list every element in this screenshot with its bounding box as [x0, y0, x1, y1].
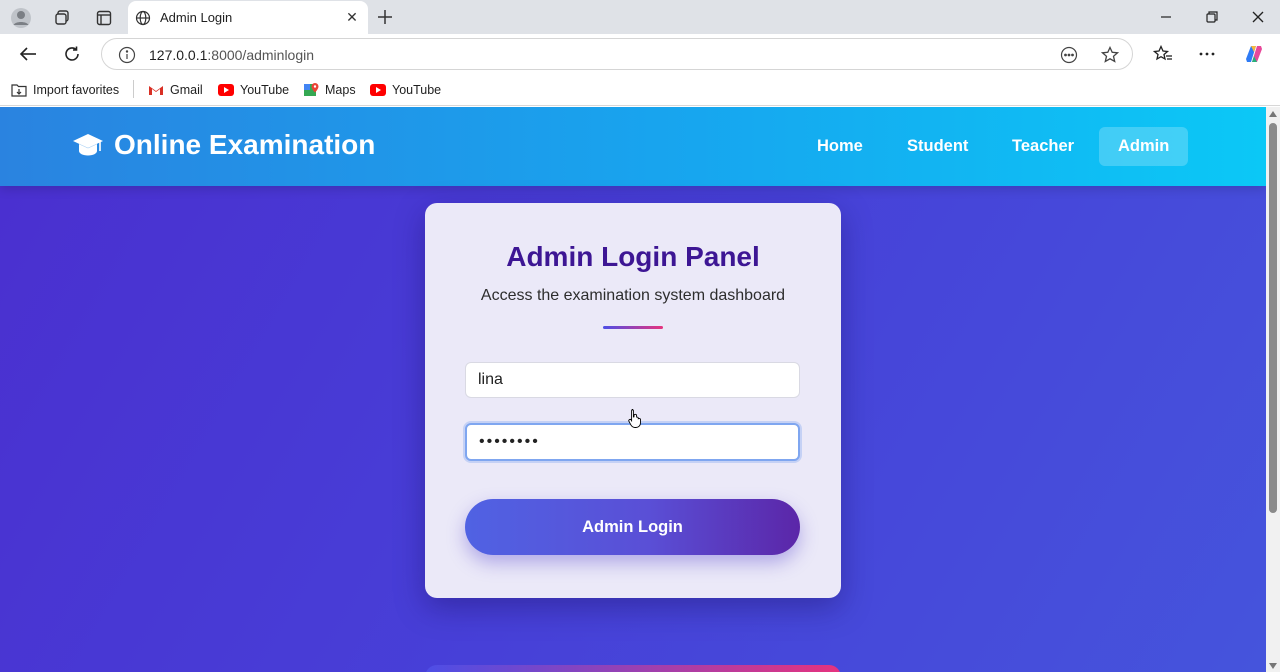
nav-admin[interactable]: Admin	[1099, 127, 1189, 166]
copilot-icon[interactable]	[1241, 42, 1267, 66]
close-tab-icon[interactable]: ✕	[342, 8, 362, 28]
workspaces-icon[interactable]	[49, 6, 75, 30]
site-navbar: Online Examination Home Student Teacher …	[0, 107, 1266, 186]
password-field[interactable]	[465, 423, 800, 461]
nav-home[interactable]: Home	[798, 127, 882, 166]
reading-view-icon[interactable]	[1059, 45, 1079, 65]
bookmark-separator	[133, 80, 134, 98]
url-path: :8000/adminlogin	[207, 47, 315, 63]
more-options-icon[interactable]	[1194, 42, 1220, 66]
bookmarks-bar: Import favorites Gmail YouTube Maps YouT…	[0, 74, 1280, 106]
nav-teacher[interactable]: Teacher	[993, 127, 1093, 166]
scrollbar-thumb[interactable]	[1269, 123, 1277, 513]
bookmark-import-favorites[interactable]: Import favorites	[11, 80, 119, 100]
profile-icon[interactable]	[8, 6, 34, 30]
site-brand[interactable]: Online Examination	[72, 129, 375, 161]
youtube-icon	[370, 83, 386, 97]
login-card: Admin Login Panel Access the examination…	[425, 203, 841, 598]
maps-icon	[303, 83, 319, 97]
globe-icon	[134, 9, 152, 27]
url-bar[interactable]: 127.0.0.1:8000/adminlogin	[101, 38, 1133, 70]
back-icon[interactable]	[15, 42, 41, 66]
page-subtitle: Access the examination system dashboard	[480, 287, 786, 304]
tab-actions-icon[interactable]	[91, 6, 117, 30]
address-bar-row: 127.0.0.1:8000/adminlogin	[0, 34, 1280, 74]
restore-icon[interactable]	[1197, 6, 1227, 28]
bookmark-gmail[interactable]: Gmail	[148, 80, 203, 100]
admin-login-button[interactable]: Admin Login	[465, 499, 800, 555]
close-window-icon[interactable]	[1243, 6, 1273, 28]
new-tab-icon[interactable]	[373, 6, 397, 28]
page-title: Admin Login Panel	[506, 241, 760, 272]
url-host: 127.0.0.1	[149, 47, 208, 63]
bookmark-label: Gmail	[170, 83, 203, 97]
minimize-icon[interactable]	[1151, 6, 1181, 28]
bookmark-label: Maps	[325, 83, 356, 97]
tab-admin-login[interactable]: Admin Login ✕	[128, 1, 368, 34]
refresh-icon[interactable]	[59, 42, 85, 66]
scroll-down-icon[interactable]	[1269, 663, 1277, 669]
gmail-icon	[148, 83, 164, 97]
favorites-icon[interactable]	[1150, 42, 1176, 66]
browser-tab-bar: Admin Login ✕	[0, 0, 1280, 34]
nav-student[interactable]: Student	[888, 127, 987, 166]
title-underline	[603, 326, 663, 329]
tab-title: Admin Login	[160, 10, 233, 25]
bookmark-label: YouTube	[392, 83, 442, 97]
bookmark-youtube[interactable]: YouTube	[218, 80, 289, 100]
site-info-icon[interactable]	[118, 46, 136, 64]
hand-cursor-icon	[628, 409, 641, 428]
brand-name: Online Examination	[114, 129, 376, 160]
bookmark-youtube-2[interactable]: YouTube	[370, 80, 441, 100]
footer-card-edge	[425, 665, 841, 672]
username-field[interactable]	[465, 362, 800, 398]
import-folder-icon	[11, 83, 27, 97]
scroll-up-icon[interactable]	[1269, 111, 1277, 117]
youtube-icon	[218, 83, 234, 97]
bookmark-label: Import favorites	[33, 83, 120, 97]
page-viewport: Online Examination Home Student Teacher …	[0, 107, 1266, 672]
favorite-star-icon[interactable]	[1100, 45, 1120, 65]
bookmark-label: YouTube	[240, 83, 290, 97]
bookmark-maps[interactable]: Maps	[303, 80, 356, 100]
graduation-cap-icon	[73, 134, 103, 156]
url-text: 127.0.0.1:8000/adminlogin	[149, 47, 314, 63]
page-scrollbar[interactable]	[1266, 107, 1280, 672]
